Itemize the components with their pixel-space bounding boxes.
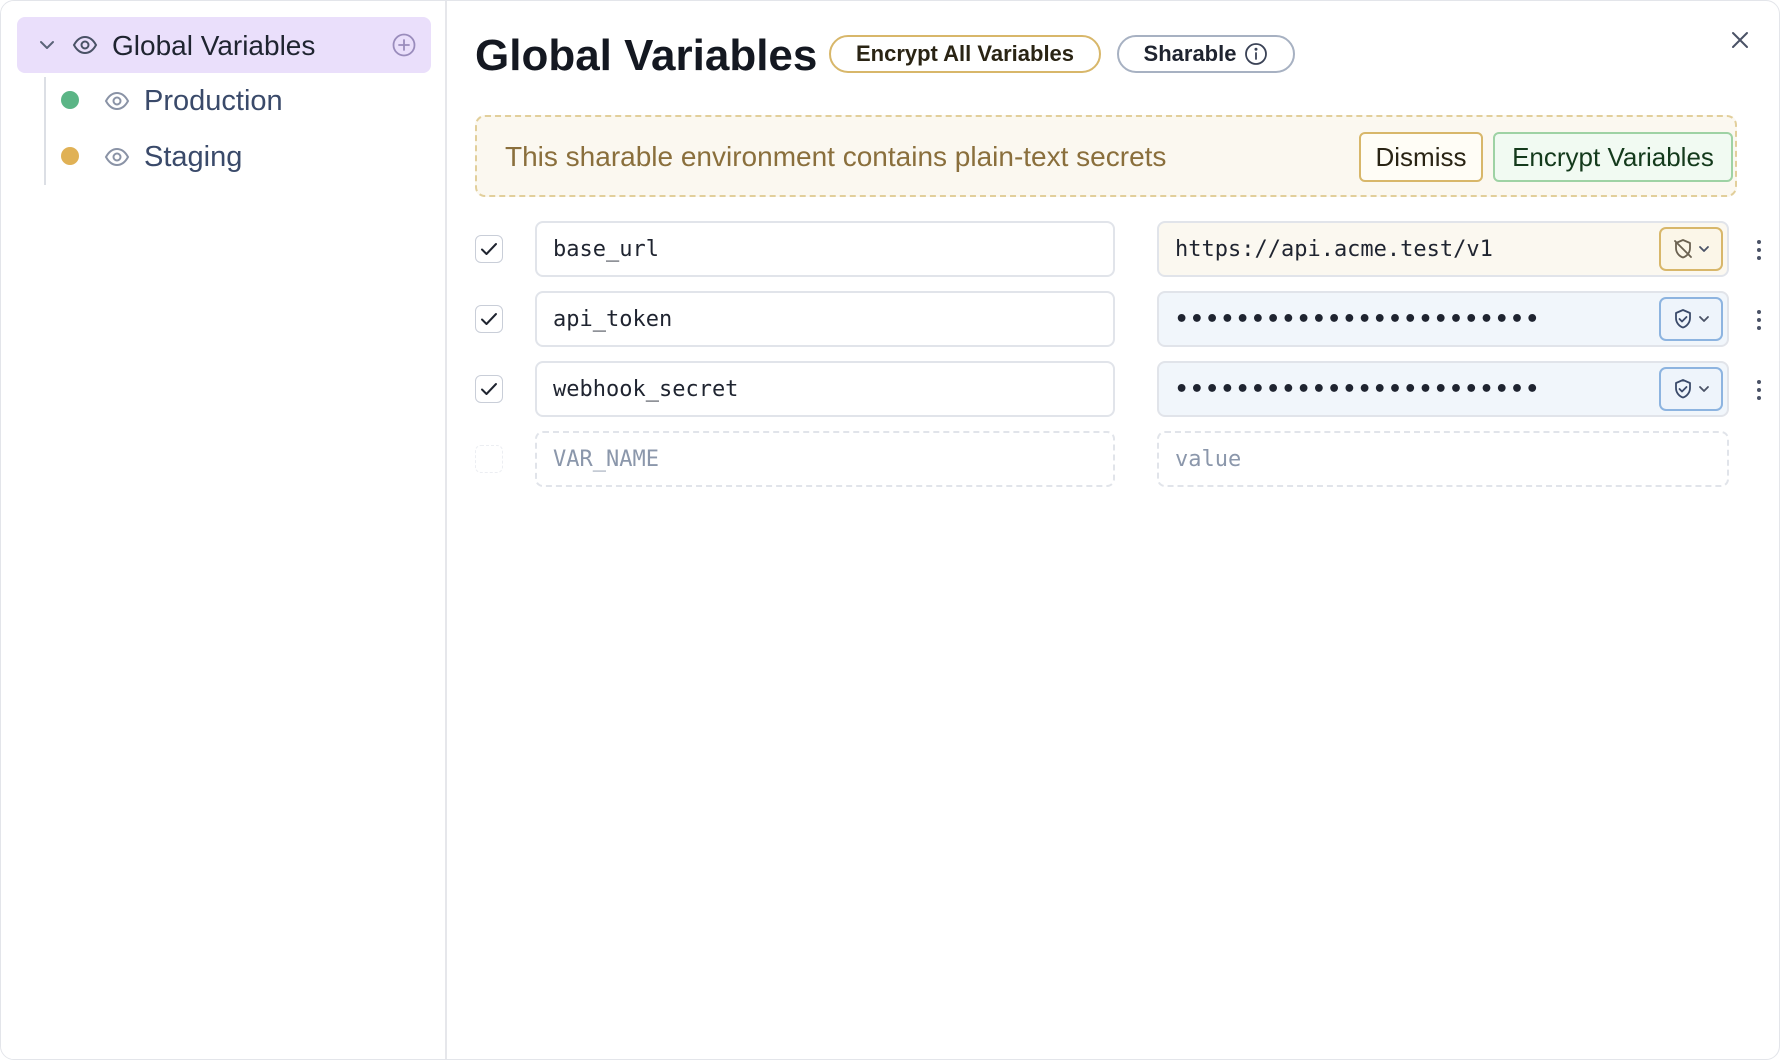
encrypt-variables-button[interactable]: Encrypt Variables: [1493, 132, 1733, 182]
sidebar-item-label: Staging: [144, 141, 243, 173]
environment-window: Global Variables Production Staging Glob…: [0, 0, 1780, 1060]
variable-value-input[interactable]: https://api.acme.test/v1: [1157, 221, 1729, 277]
variable-value-input[interactable]: ••••••••••••••••••••••••: [1157, 361, 1729, 417]
check-icon: [481, 243, 497, 255]
shield-off-icon: [1674, 239, 1692, 259]
dismiss-button[interactable]: Dismiss: [1359, 132, 1483, 182]
banner-message: This sharable environment contains plain…: [505, 141, 1167, 172]
sharable-badge[interactable]: Sharable: [1117, 35, 1295, 73]
encryption-toggle[interactable]: [1659, 367, 1723, 411]
variable-enabled-checkbox[interactable]: [475, 235, 503, 263]
sidebar-item-label: Global Variables: [112, 30, 316, 61]
sidebar-item-production[interactable]: Production: [59, 77, 429, 125]
kebab-icon[interactable]: [1749, 237, 1769, 263]
variable-enabled-checkbox[interactable]: [475, 305, 503, 333]
shield-check-icon: [1675, 379, 1691, 399]
plain-text-secrets-banner: This sharable environment contains plain…: [475, 115, 1737, 197]
shield-check-icon: [1675, 309, 1691, 329]
new-variable-value-input[interactable]: value: [1157, 431, 1729, 487]
encryption-toggle[interactable]: [1659, 227, 1723, 271]
environment-editor: Global Variables Encrypt All Variables S…: [447, 1, 1779, 1059]
variable-name-input[interactable]: base_url: [535, 221, 1115, 277]
encryption-toggle[interactable]: [1659, 297, 1723, 341]
encrypt-all-variables-button[interactable]: Encrypt All Variables: [829, 35, 1101, 73]
close-icon[interactable]: [1727, 27, 1753, 53]
sidebar-item-staging[interactable]: Staging: [59, 133, 429, 181]
new-variable-name-input[interactable]: VAR_NAME: [535, 431, 1115, 487]
eye-icon[interactable]: [104, 145, 130, 169]
chevron-down-icon: [1699, 386, 1709, 392]
variable-name-input[interactable]: api_token: [535, 291, 1115, 347]
variable-row: webhook_secret ••••••••••••••••••••••••: [475, 361, 1765, 417]
sidebar-item-global-variables[interactable]: Global Variables: [17, 17, 431, 73]
check-icon: [481, 313, 497, 325]
environment-color-dot: [61, 147, 79, 165]
kebab-icon[interactable]: [1749, 377, 1769, 403]
kebab-icon[interactable]: [1749, 307, 1769, 333]
chevron-down-icon[interactable]: [35, 33, 59, 57]
sharable-label: Sharable: [1143, 41, 1237, 66]
add-environment-icon[interactable]: [391, 32, 417, 58]
page-title: Global Variables: [475, 31, 818, 80]
info-icon[interactable]: [1244, 42, 1268, 66]
variable-enabled-checkbox[interactable]: [475, 445, 503, 473]
tree-connector: [44, 77, 46, 185]
variable-value-input[interactable]: ••••••••••••••••••••••••: [1157, 291, 1729, 347]
variable-enabled-checkbox[interactable]: [475, 375, 503, 403]
eye-icon[interactable]: [72, 33, 98, 57]
variable-row: api_token ••••••••••••••••••••••••: [475, 291, 1765, 347]
chevron-down-icon: [1699, 316, 1709, 322]
variable-name-input[interactable]: webhook_secret: [535, 361, 1115, 417]
sidebar-item-label: Production: [144, 85, 283, 117]
new-variable-row: VAR_NAME value: [475, 431, 1765, 487]
eye-icon[interactable]: [104, 89, 130, 113]
variable-row: base_url https://api.acme.test/v1: [475, 221, 1765, 277]
chevron-down-icon: [1699, 246, 1709, 252]
check-icon: [481, 383, 497, 395]
environment-color-dot: [61, 91, 79, 109]
environment-sidebar: Global Variables Production Staging: [1, 1, 447, 1059]
